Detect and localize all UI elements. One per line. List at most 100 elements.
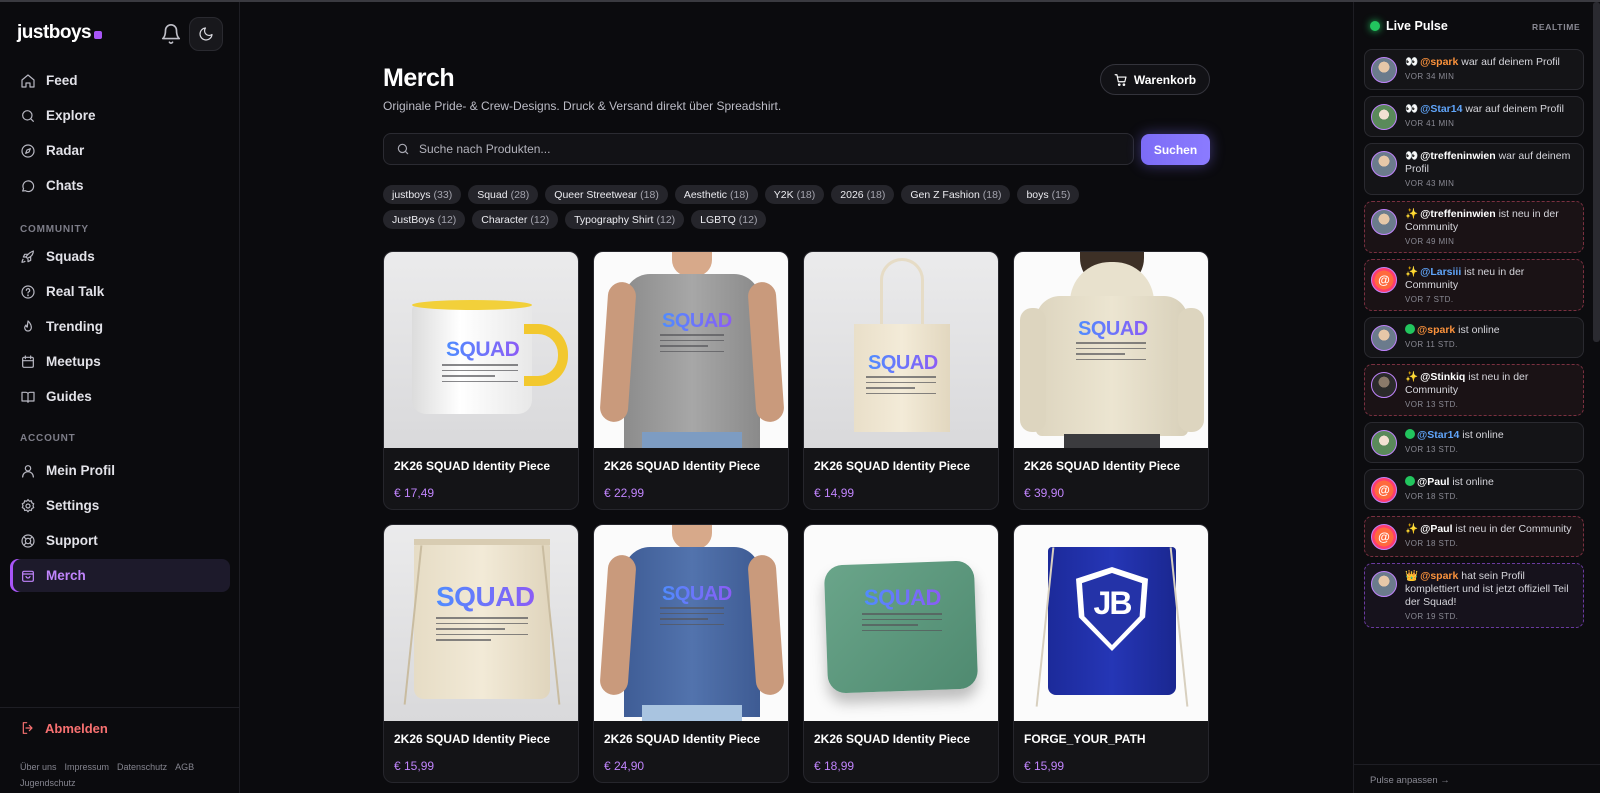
nav-item-guides[interactable]: Guides <box>10 380 230 413</box>
brand-logo[interactable]: justboys <box>17 22 103 44</box>
product-image-tote[interactable]: SQUAD <box>804 252 998 448</box>
logout-icon <box>22 722 33 734</box>
cart-button[interactable]: Warenkorb <box>1100 64 1210 95</box>
product-card[interactable]: SQUAD 2K26 SQUAD Identity Piece € 14,99 <box>803 251 999 510</box>
nav-item-explore[interactable]: Explore <box>10 99 230 132</box>
product-grid: SQUAD 2K26 SQUAD Identity Piece € 17,49 … <box>383 251 1211 783</box>
chip-count: (18) <box>982 188 1002 201</box>
product-image-hoodie[interactable]: SQUAD <box>1014 252 1208 448</box>
footer-link-terms[interactable]: AGB <box>175 762 194 772</box>
book-icon <box>21 391 35 403</box>
tag-chip[interactable]: Aesthetic (18) <box>674 185 758 204</box>
product-image-pillow[interactable]: SQUAD <box>804 525 998 721</box>
product-card[interactable]: SQUAD 2K26 SQUAD Identity Piece € 24,90 <box>593 524 789 783</box>
nav-item-feed[interactable]: Feed <box>10 64 230 97</box>
tag-chip[interactable]: boys (15) <box>1017 185 1080 204</box>
product-image-tshirt[interactable]: SQUAD <box>594 252 788 448</box>
nav-main: Feed Explore Radar Chats <box>10 64 230 204</box>
theme-toggle-button[interactable] <box>189 17 223 51</box>
pulse-username[interactable]: @Larsiii <box>1420 266 1461 278</box>
avatar[interactable]: @ <box>1371 477 1397 503</box>
nav-item-chats[interactable]: Chats <box>10 169 230 202</box>
product-image-tshirt[interactable]: SQUAD <box>594 525 788 721</box>
search-box <box>383 133 1134 165</box>
nav-item-meetups[interactable]: Meetups <box>10 345 230 378</box>
pulse-item[interactable]: @ @Paul ist online VOR 18 STD. <box>1364 469 1584 510</box>
nav-item-real-talk[interactable]: Real Talk <box>10 275 230 308</box>
product-name: FORGE_YOUR_PATH <box>1024 732 1146 746</box>
logout-button[interactable]: Abmelden <box>20 720 108 736</box>
product-card[interactable]: SQUAD 2K26 SQUAD Identity Piece € 15,99 <box>383 524 579 783</box>
pulse-username[interactable]: @spark <box>1420 56 1458 68</box>
pulse-item[interactable]: 👀 @spark war auf deinem Profil VOR 34 MIN <box>1364 49 1584 90</box>
product-card[interactable]: SQUAD 2K26 SQUAD Identity Piece € 39,90 <box>1013 251 1209 510</box>
shopping-bag-icon <box>22 570 34 582</box>
nav-item-radar[interactable]: Radar <box>10 134 230 167</box>
cart-icon <box>1114 73 1127 86</box>
product-image-gymbag[interactable]: SQUAD <box>384 525 578 721</box>
tag-chip[interactable]: 2026 (18) <box>831 185 895 204</box>
product-card[interactable]: SQUAD 2K26 SQUAD Identity Piece € 17,49 <box>383 251 579 510</box>
pulse-item[interactable]: 👀 @treffeninwien war auf deinem Profil VOR… <box>1364 143 1584 195</box>
pulse-item[interactable]: @ ✨ @Paul ist neu in der Community VOR 18 S… <box>1364 516 1584 557</box>
footer-link-privacy[interactable]: Datenschutz <box>117 762 167 772</box>
nav-item-settings[interactable]: Settings <box>10 489 230 522</box>
nav-item-trending[interactable]: Trending <box>10 310 230 343</box>
scrollbar[interactable] <box>1593 2 1600 342</box>
product-card[interactable]: SQUAD 2K26 SQUAD Identity Piece € 22,99 <box>593 251 789 510</box>
search-button[interactable]: Suchen <box>1141 134 1210 165</box>
nav-item-support[interactable]: Support <box>10 524 230 557</box>
product-card[interactable]: SQUAD 2K26 SQUAD Identity Piece € 18,99 <box>803 524 999 783</box>
tag-chip[interactable]: Y2K (18) <box>764 185 825 204</box>
avatar[interactable] <box>1371 430 1397 456</box>
pulse-settings-link[interactable]: Pulse anpassen → <box>1354 764 1600 793</box>
avatar[interactable] <box>1371 209 1397 235</box>
tag-chip[interactable]: JustBoys (12) <box>383 210 466 229</box>
pulse-item[interactable]: ✨ @treffeninwien ist neu in der Community… <box>1364 201 1584 253</box>
product-price: € 15,99 <box>394 759 435 773</box>
pulse-username[interactable]: @treffeninwien <box>1420 150 1496 162</box>
tag-chip[interactable]: Queer Streetwear (18) <box>545 185 668 204</box>
pulse-item[interactable]: 👑 @spark hat sein Profil komplettiert und… <box>1364 563 1584 628</box>
product-image-jb-bag[interactable]: JB <box>1014 525 1208 721</box>
footer-link-imprint[interactable]: Impressum <box>65 762 110 772</box>
product-card[interactable]: JB FORGE_YOUR_PATH € 15,99 <box>1013 524 1209 783</box>
pulse-item[interactable]: ✨ @Stinkiq ist neu in der Community VOR 13… <box>1364 364 1584 416</box>
pulse-username[interactable]: @spark <box>1420 570 1458 582</box>
nav-item-squads[interactable]: Squads <box>10 240 230 273</box>
tag-chip[interactable]: LGBTQ (12) <box>691 210 767 229</box>
pulse-item[interactable]: @Star14 ist online VOR 13 STD. <box>1364 422 1584 463</box>
nav-item-profile[interactable]: Mein Profil <box>10 454 230 487</box>
chip-label: JustBoys <box>392 213 435 226</box>
pulse-username[interactable]: @Star14 <box>1417 429 1459 441</box>
product-image-mug[interactable]: SQUAD <box>384 252 578 448</box>
pulse-item[interactable]: @spark ist online VOR 11 STD. <box>1364 317 1584 358</box>
avatar[interactable] <box>1371 57 1397 83</box>
avatar[interactable] <box>1371 151 1397 177</box>
emoji-icon: 👀 <box>1405 56 1419 68</box>
tag-chip[interactable]: Gen Z Fashion (18) <box>901 185 1011 204</box>
avatar[interactable]: @ <box>1371 267 1397 293</box>
avatar[interactable] <box>1371 372 1397 398</box>
pulse-username[interactable]: @spark <box>1417 324 1455 336</box>
tag-chip[interactable]: Squad (28) <box>468 185 539 204</box>
footer-link-about[interactable]: Über uns <box>20 762 57 772</box>
pulse-username[interactable]: @treffeninwien <box>1420 208 1496 220</box>
tag-chip[interactable]: justboys (33) <box>383 185 462 204</box>
footer-link-youth[interactable]: Jugendschutz <box>20 778 76 788</box>
pulse-username[interactable]: @Stinkiq <box>1420 371 1465 383</box>
tag-chip[interactable]: Typography Shirt (12) <box>565 210 685 229</box>
tag-chip[interactable]: Character (12) <box>472 210 559 229</box>
avatar[interactable] <box>1371 325 1397 351</box>
avatar[interactable] <box>1371 571 1397 597</box>
bell-icon[interactable] <box>160 23 182 45</box>
pulse-username[interactable]: @Paul <box>1420 523 1452 535</box>
avatar[interactable] <box>1371 104 1397 130</box>
avatar[interactable]: @ <box>1371 524 1397 550</box>
search-input[interactable] <box>419 142 1099 156</box>
pulse-username[interactable]: @Star14 <box>1420 103 1462 115</box>
nav-item-merch[interactable]: Merch <box>10 559 230 592</box>
pulse-item[interactable]: @ ✨ @Larsiii ist neu in der Community VOR 7… <box>1364 259 1584 311</box>
pulse-username[interactable]: @Paul <box>1417 476 1449 488</box>
pulse-item[interactable]: 👀 @Star14 war auf deinem Profil VOR 41 MIN <box>1364 96 1584 137</box>
